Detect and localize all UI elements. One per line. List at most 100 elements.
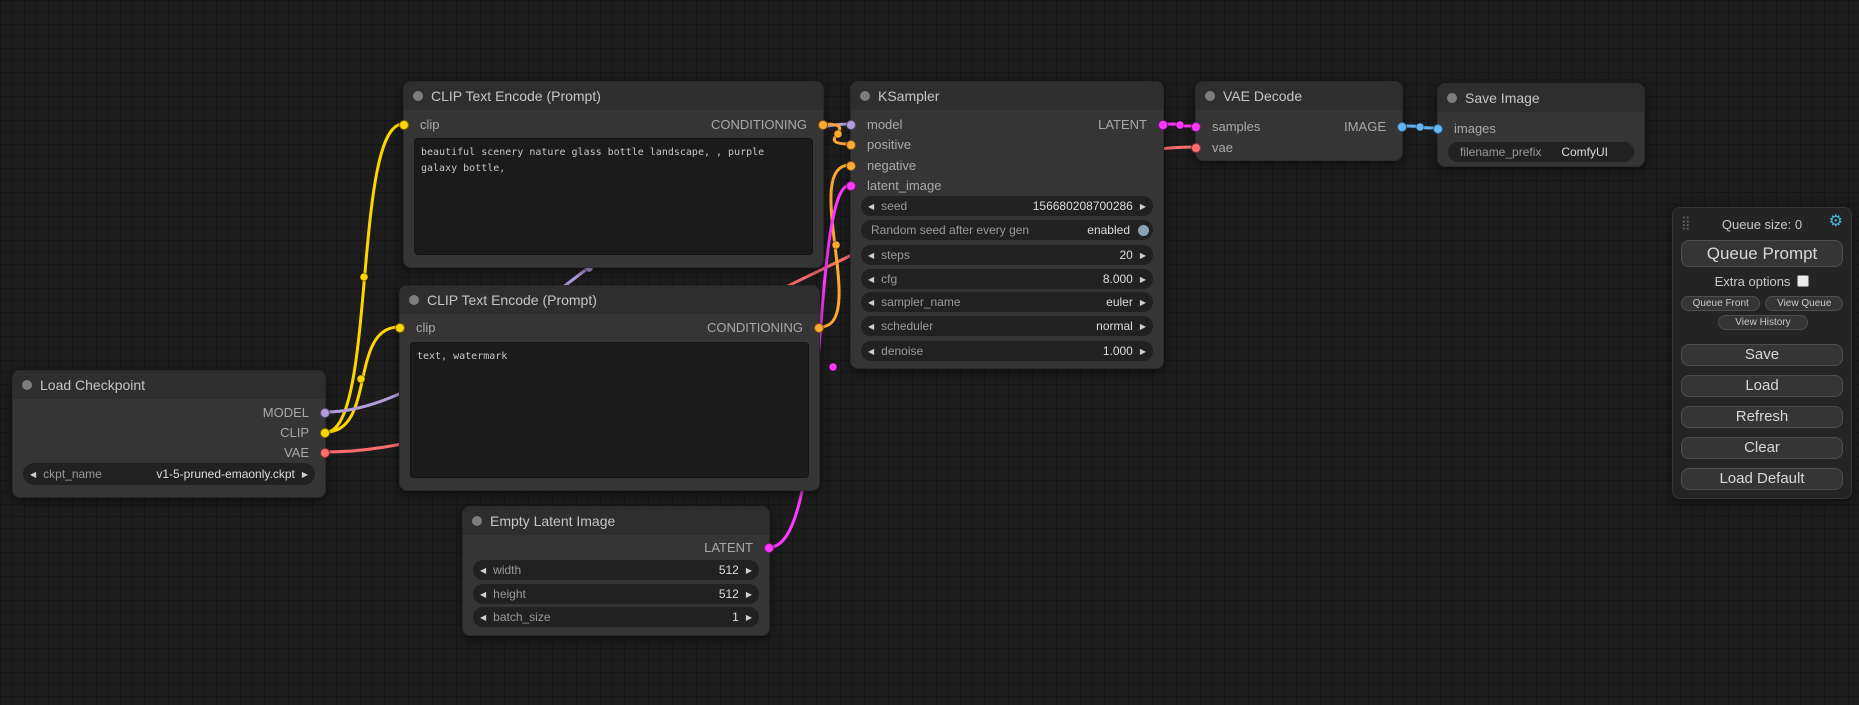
node-status-dot-icon[interactable] (1205, 91, 1215, 101)
slot-row: samples IMAGE (1196, 118, 1402, 136)
positive-prompt-textarea[interactable]: beautiful scenery nature glass bottle la… (414, 138, 813, 255)
node-status-dot-icon[interactable] (22, 380, 32, 390)
link-midpoint-dot[interactable] (360, 273, 368, 281)
node-ksampler[interactable]: KSampler model LATENT positive negative … (850, 81, 1164, 369)
link-midpoint-dot[interactable] (834, 130, 842, 138)
node-load-checkpoint[interactable]: Load Checkpoint MODEL CLIP VAE ◀ ckpt_na… (12, 370, 326, 498)
link-midpoint-dot[interactable] (357, 375, 365, 383)
next-value-arrow-icon[interactable]: ▶ (739, 590, 759, 599)
samples-input-port[interactable] (1191, 122, 1201, 132)
queue-small-buttons-row: Queue Front View Queue (1681, 296, 1843, 311)
node-status-dot-icon[interactable] (413, 91, 423, 101)
negative-prompt-textarea[interactable]: text, watermark (410, 342, 809, 478)
next-value-arrow-icon[interactable]: ▶ (1133, 275, 1153, 284)
vae-input-port[interactable] (1191, 143, 1201, 153)
next-value-arrow-icon[interactable]: ▶ (295, 470, 315, 479)
scheduler-widget[interactable]: ◀ scheduler normal ▶ (861, 316, 1153, 336)
node-status-dot-icon[interactable] (1447, 93, 1457, 103)
link-midpoint-dot[interactable] (1416, 123, 1424, 131)
ckpt-name-widget[interactable]: ◀ ckpt_name v1-5-pruned-emaonly.ckpt ▶ (23, 463, 315, 485)
node-clip-text-encode-positive[interactable]: CLIP Text Encode (Prompt) clip CONDITION… (403, 81, 824, 268)
random-seed-widget[interactable]: Random seed after every gen enabled (861, 220, 1153, 240)
widget-value: 1.000 (1103, 344, 1133, 358)
conditioning-output-port[interactable] (818, 120, 828, 130)
filename-prefix-widget[interactable]: filename_prefix ComfyUI (1448, 142, 1634, 162)
settings-gear-icon[interactable]: ⚙ (1829, 214, 1843, 230)
node-title-bar[interactable]: CLIP Text Encode (Prompt) (404, 82, 823, 110)
view-history-button[interactable]: View History (1718, 315, 1808, 330)
queue-front-button[interactable]: Queue Front (1681, 296, 1760, 311)
node-graph-canvas[interactable]: Load Checkpoint MODEL CLIP VAE ◀ ckpt_na… (0, 0, 1859, 705)
prev-value-arrow-icon[interactable]: ◀ (23, 470, 43, 479)
latent-image-input-port[interactable] (846, 181, 856, 191)
next-value-arrow-icon[interactable]: ▶ (1133, 347, 1153, 356)
prev-value-arrow-icon[interactable]: ◀ (473, 590, 493, 599)
node-title-bar[interactable]: Load Checkpoint (13, 371, 325, 399)
slot-row: MODEL (13, 404, 325, 422)
save-button[interactable]: Save (1681, 344, 1843, 366)
clip-output-port[interactable] (320, 428, 330, 438)
node-status-dot-icon[interactable] (472, 516, 482, 526)
node-empty-latent-image[interactable]: Empty Latent Image LATENT ◀ width 512 ▶ … (462, 506, 770, 636)
node-title-bar[interactable]: Empty Latent Image (463, 507, 769, 535)
node-vae-decode[interactable]: VAE Decode samples IMAGE vae (1195, 81, 1403, 161)
batch-size-widget[interactable]: ◀ batch_size 1 ▶ (473, 607, 759, 627)
extra-options-checkbox[interactable] (1797, 275, 1809, 287)
prev-value-arrow-icon[interactable]: ◀ (861, 347, 881, 356)
load-button[interactable]: Load (1681, 375, 1843, 397)
load-default-button[interactable]: Load Default (1681, 468, 1843, 490)
node-title-bar[interactable]: KSampler (851, 82, 1163, 110)
link-midpoint-dot[interactable] (1176, 121, 1184, 129)
view-queue-button[interactable]: View Queue (1765, 296, 1843, 311)
node-title-bar[interactable]: VAE Decode (1196, 82, 1402, 110)
next-value-arrow-icon[interactable]: ▶ (1133, 251, 1153, 260)
steps-widget[interactable]: ◀ steps 20 ▶ (861, 245, 1153, 265)
node-title: VAE Decode (1223, 88, 1302, 104)
negative-input-port[interactable] (846, 161, 856, 171)
latent-output-port[interactable] (764, 543, 774, 553)
queue-panel: ⣿ Queue size: 0 ⚙ Queue Prompt Extra opt… (1672, 207, 1852, 499)
model-output-port[interactable] (320, 408, 330, 418)
model-input-port[interactable] (846, 120, 856, 130)
prev-value-arrow-icon[interactable]: ◀ (861, 298, 881, 307)
queue-prompt-button[interactable]: Queue Prompt (1681, 240, 1843, 267)
next-value-arrow-icon[interactable]: ▶ (1133, 322, 1153, 331)
latent-output-port[interactable] (1158, 120, 1168, 130)
node-status-dot-icon[interactable] (860, 91, 870, 101)
node-save-image[interactable]: Save Image images filename_prefix ComfyU… (1437, 83, 1645, 167)
prev-value-arrow-icon[interactable]: ◀ (473, 613, 493, 622)
clip-input-port[interactable] (395, 323, 405, 333)
image-output-port[interactable] (1397, 122, 1407, 132)
toggle-knob-icon[interactable] (1137, 224, 1150, 237)
cfg-widget[interactable]: ◀ cfg 8.000 ▶ (861, 269, 1153, 289)
prev-value-arrow-icon[interactable]: ◀ (861, 251, 881, 260)
refresh-button[interactable]: Refresh (1681, 406, 1843, 428)
image-slot-label: IMAGE (1344, 118, 1386, 136)
prev-value-arrow-icon[interactable]: ◀ (861, 202, 881, 211)
node-title-bar[interactable]: Save Image (1438, 84, 1644, 112)
clip-input-port[interactable] (399, 120, 409, 130)
node-title-bar[interactable]: CLIP Text Encode (Prompt) (400, 286, 819, 314)
clear-button[interactable]: Clear (1681, 437, 1843, 459)
positive-input-port[interactable] (846, 140, 856, 150)
next-value-arrow-icon[interactable]: ▶ (739, 613, 759, 622)
denoise-widget[interactable]: ◀ denoise 1.000 ▶ (861, 341, 1153, 361)
next-value-arrow-icon[interactable]: ▶ (1133, 202, 1153, 211)
sampler-name-widget[interactable]: ◀ sampler_name euler ▶ (861, 292, 1153, 312)
link-midpoint-dot[interactable] (829, 363, 837, 371)
link-midpoint-dot[interactable] (832, 241, 840, 249)
prev-value-arrow-icon[interactable]: ◀ (861, 322, 881, 331)
prev-value-arrow-icon[interactable]: ◀ (473, 566, 493, 575)
next-value-arrow-icon[interactable]: ▶ (739, 566, 759, 575)
next-value-arrow-icon[interactable]: ▶ (1133, 298, 1153, 307)
slot-row: LATENT (463, 539, 769, 557)
seed-widget[interactable]: ◀ seed 156680208700286 ▶ (861, 196, 1153, 216)
node-status-dot-icon[interactable] (409, 295, 419, 305)
height-widget[interactable]: ◀ height 512 ▶ (473, 584, 759, 604)
vae-output-port[interactable] (320, 448, 330, 458)
prev-value-arrow-icon[interactable]: ◀ (861, 275, 881, 284)
images-input-port[interactable] (1433, 124, 1443, 134)
width-widget[interactable]: ◀ width 512 ▶ (473, 560, 759, 580)
conditioning-output-port[interactable] (814, 323, 824, 333)
node-clip-text-encode-negative[interactable]: CLIP Text Encode (Prompt) clip CONDITION… (399, 285, 820, 491)
